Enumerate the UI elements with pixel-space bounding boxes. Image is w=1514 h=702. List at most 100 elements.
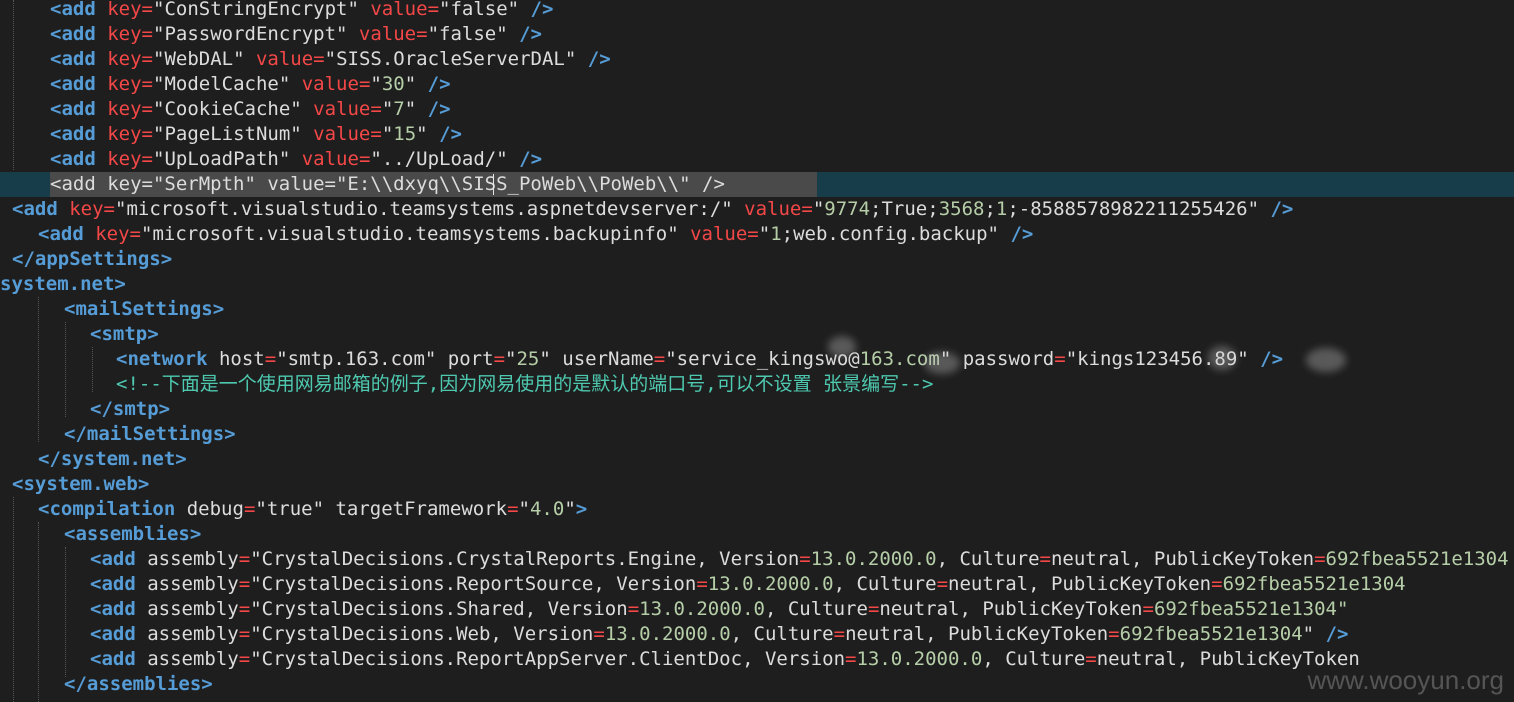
code-token: "WebDAL" [153,48,245,70]
code-token: 30 [381,73,405,95]
code-line[interactable]: <add key="microsoft.visualstudio.teamsys… [12,197,1293,222]
code-token: key [107,148,142,170]
code-token: value [313,98,371,120]
code-token: = [833,623,846,645]
code-line[interactable]: <add key="PageListNum" value="15" /> [50,122,462,147]
code-token: = [493,348,506,370]
code-token: = [313,48,325,70]
code-token: " [758,223,771,245]
code-token: 7 [393,98,405,120]
code-token: neutral, PublicKeyToken [845,623,1109,645]
code-token: "CrystalDecisions.Shared, Version [250,598,628,620]
code-token: " [539,348,551,370]
code-token: = [799,548,811,570]
code-token: 692fbea5521e1304 [1325,548,1509,570]
code-line[interactable]: <add key="CookieCache" value="7" /> [50,97,451,122]
code-line[interactable]: <add assembly="CrystalDecisions.ReportAp… [90,647,1360,672]
code-token: = [1142,598,1154,620]
code-line[interactable]: <add assembly="CrystalDecisions.Web, Ver… [90,622,1348,647]
code-line[interactable]: <add assembly="CrystalDecisions.Shared, … [90,597,1348,622]
code-token: = [867,598,880,620]
code-token: </smtp> [90,398,171,420]
watermark: www.wooyun.org [1307,665,1504,695]
code-line[interactable]: <!--下面是一个使用网易邮箱的例子,因为网易使用的是默认的端口号,可以不设置 … [116,372,933,397]
code-line[interactable]: </appSettings> [12,247,172,272]
code-token: "PageListNum" [153,123,302,145]
code-token: value [255,48,314,70]
code-token: value [358,23,417,45]
code-token: /> [1010,223,1034,245]
code-line[interactable]: <add key="microsoft.visualstudio.teamsys… [38,222,1033,247]
code-token: "ModelCache" [153,73,291,95]
code-line[interactable]: </system.net> [38,447,187,472]
code-line[interactable]: </assemblies> [64,672,213,697]
code-token: key [107,23,142,45]
code-token: neutral, PublicKeyToken [1050,548,1315,570]
code-token: = [696,573,708,595]
code-line[interactable]: system.net> [0,272,126,297]
code-line[interactable]: <add key="UpLoadPath" value="../UpLoad/"… [50,147,542,172]
code-token: /> [1270,198,1294,220]
code-line[interactable]: <mailSettings> [64,297,224,322]
redaction-blur [1208,346,1236,370]
code-token: <add [50,98,96,120]
code-line[interactable]: <network host="smtp.163.com" port="25" u… [116,347,1283,372]
code-line[interactable]: <add key="PasswordEncrypt" value="false"… [50,22,542,47]
code-token: " [381,98,394,120]
code-line[interactable]: <assemblies> [64,522,201,547]
code-token: "CookieCache" [153,98,302,120]
code-line[interactable]: <add key="ConStringEncrypt" value="false… [50,0,553,22]
code-token: = [238,573,251,595]
code-token: " [1302,623,1315,645]
code-token: 13.0.2000.0 [856,648,983,670]
code-token: targetFramework [335,498,508,520]
code-token: , Culture [730,623,834,645]
code-line[interactable]: </mailSettings> [64,422,236,447]
code-token: neutral, PublicKeyToken [879,598,1143,620]
code-token: 13.0.2000.0 [810,548,937,570]
code-token: <add [90,598,136,620]
code-token: <assemblies> [64,523,202,545]
code-token: value [301,73,359,95]
code-token: <add [90,648,136,670]
code-token: 13.0.2000.0 [604,623,731,645]
code-token: = [243,498,256,520]
code-token: "UpLoadPath" [153,148,291,170]
code-line[interactable]: <add assembly="CrystalDecisions.CrystalR… [90,547,1509,572]
code-editor[interactable]: <add key="ConStringEncrypt" value="false… [0,0,1514,702]
code-token: assembly [147,623,239,645]
code-token: = [1039,548,1051,570]
code-token: " [505,348,517,370]
code-token: /> [587,48,611,70]
code-token: = [103,198,115,220]
code-token: " [812,198,825,220]
code-token: = [1054,348,1066,370]
code-line[interactable]: <add key="SerMpth" value="E:\\dxyq\\SISS… [50,172,725,197]
code-token: = [141,73,153,95]
code-line[interactable]: <add key="WebDAL" value="SISS.OracleServ… [50,47,611,72]
code-line[interactable]: <compilation debug="true" targetFramewor… [38,497,587,522]
code-token: = [238,648,251,670]
code-line[interactable]: <system.web> [12,472,149,497]
code-token: = [141,0,153,20]
code-line[interactable]: <add assembly="CrystalDecisions.ReportSo… [90,572,1406,597]
code-line[interactable]: <add key="ModelCache" value="30" /> [50,72,451,97]
code-line[interactable]: <smtp> [90,322,159,347]
code-token: password [962,348,1055,370]
code-token: host [218,348,265,370]
code-token: key [107,98,142,120]
code-line[interactable]: </smtp> [90,397,170,422]
code-token: port [447,348,494,370]
code-token: </mailSettings> [64,423,236,445]
